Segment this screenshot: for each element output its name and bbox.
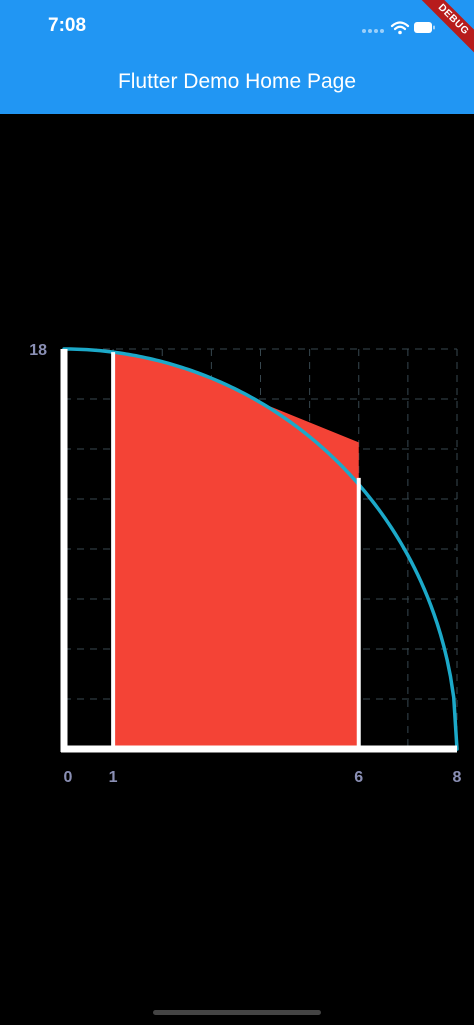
approximation-area-layer bbox=[113, 352, 359, 749]
wifi-icon bbox=[390, 21, 410, 35]
app-bar: 7:08 Flutter Demo Home Page DEBUG bbox=[0, 0, 474, 114]
y-tick-label: 18 bbox=[29, 342, 47, 359]
approximation-area bbox=[113, 352, 359, 749]
x-tick-label: 0 bbox=[64, 769, 73, 786]
status-time: 7:08 bbox=[48, 15, 87, 36]
x-tick-label: 1 bbox=[109, 769, 118, 786]
debug-banner: DEBUG bbox=[414, 0, 474, 60]
signal-dots-icon bbox=[362, 29, 384, 33]
page-title: Flutter Demo Home Page bbox=[117, 70, 357, 93]
x-tick-label: 8 bbox=[453, 769, 462, 786]
x-tick-label: 6 bbox=[354, 769, 363, 786]
home-indicator bbox=[153, 1010, 321, 1015]
quarter-circle-chart: 0 1 6 8 18 bbox=[29, 342, 462, 786]
debug-banner-label: DEBUG bbox=[415, 0, 474, 58]
